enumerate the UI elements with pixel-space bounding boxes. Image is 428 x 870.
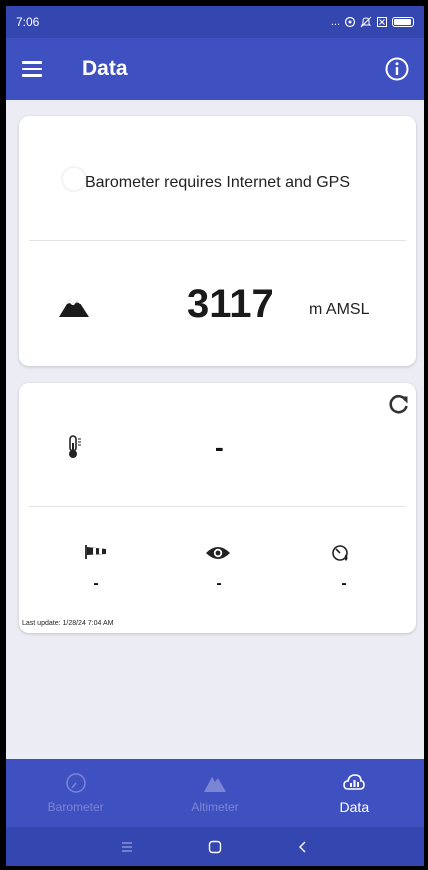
back-button[interactable]: [259, 840, 347, 854]
barometer-card: Barometer requires Internet and GPS 3117…: [19, 116, 416, 366]
system-navigation-bar: [6, 827, 424, 866]
mountain-icon: [203, 777, 226, 792]
divider: [29, 506, 406, 507]
nav-item-barometer[interactable]: Barometer: [6, 759, 145, 827]
phone-screen: 7:06 ... Data Barometer requires Interne…: [6, 6, 424, 866]
altitude-unit: m AMSL: [309, 301, 370, 318]
recents-icon: [122, 841, 132, 852]
hotspot-icon: [344, 16, 356, 28]
menu-icon[interactable]: [22, 57, 46, 81]
altitude-value: 3117: [187, 282, 274, 326]
page-title: Data: [82, 57, 128, 80]
weather-card: - - - - Last update: 1/28/24 7:04 AM: [19, 383, 416, 633]
visibility-value: -: [216, 575, 222, 592]
gauge-icon: [65, 773, 86, 793]
recents-button[interactable]: [83, 841, 171, 852]
visibility-icon: [206, 547, 230, 559]
temperature-value: -: [215, 432, 224, 462]
home-button[interactable]: [171, 840, 259, 854]
info-icon[interactable]: [384, 56, 410, 82]
last-update-text: Last update: 1/28/24 7:04 AM: [22, 620, 114, 627]
more-notifications-icon: ...: [330, 16, 340, 28]
nav-label-data: Data: [339, 799, 370, 815]
cloud-chart-icon: [343, 774, 366, 790]
no-sim-icon: [377, 17, 387, 27]
refresh-icon[interactable]: [388, 393, 410, 415]
status-bar: 7:06 ...: [6, 6, 424, 38]
pressure-value: -: [341, 575, 347, 592]
barometer-message: Barometer requires Internet and GPS: [84, 174, 351, 191]
home-icon: [208, 840, 222, 853]
bottom-navigation: Barometer Altimeter Data: [6, 759, 424, 827]
battery-icon: [392, 17, 414, 27]
nav-item-data[interactable]: Data: [285, 759, 424, 827]
app-bar: Data: [6, 38, 424, 100]
mute-icon: [360, 16, 372, 28]
mountain-icon: [59, 299, 89, 317]
back-icon: [299, 841, 306, 852]
windsock-icon: [85, 545, 106, 559]
status-time: 7:06: [16, 15, 40, 29]
divider: [29, 240, 406, 241]
nav-label-barometer: Barometer: [47, 800, 104, 814]
nav-label-altimeter: Altimeter: [191, 800, 239, 814]
status-icons: ...: [331, 16, 414, 28]
wind-value: -: [93, 575, 99, 592]
nav-item-altimeter[interactable]: Altimeter: [145, 759, 284, 827]
thermometer-icon: [69, 435, 81, 458]
pressure-gauge-icon: [332, 545, 348, 561]
